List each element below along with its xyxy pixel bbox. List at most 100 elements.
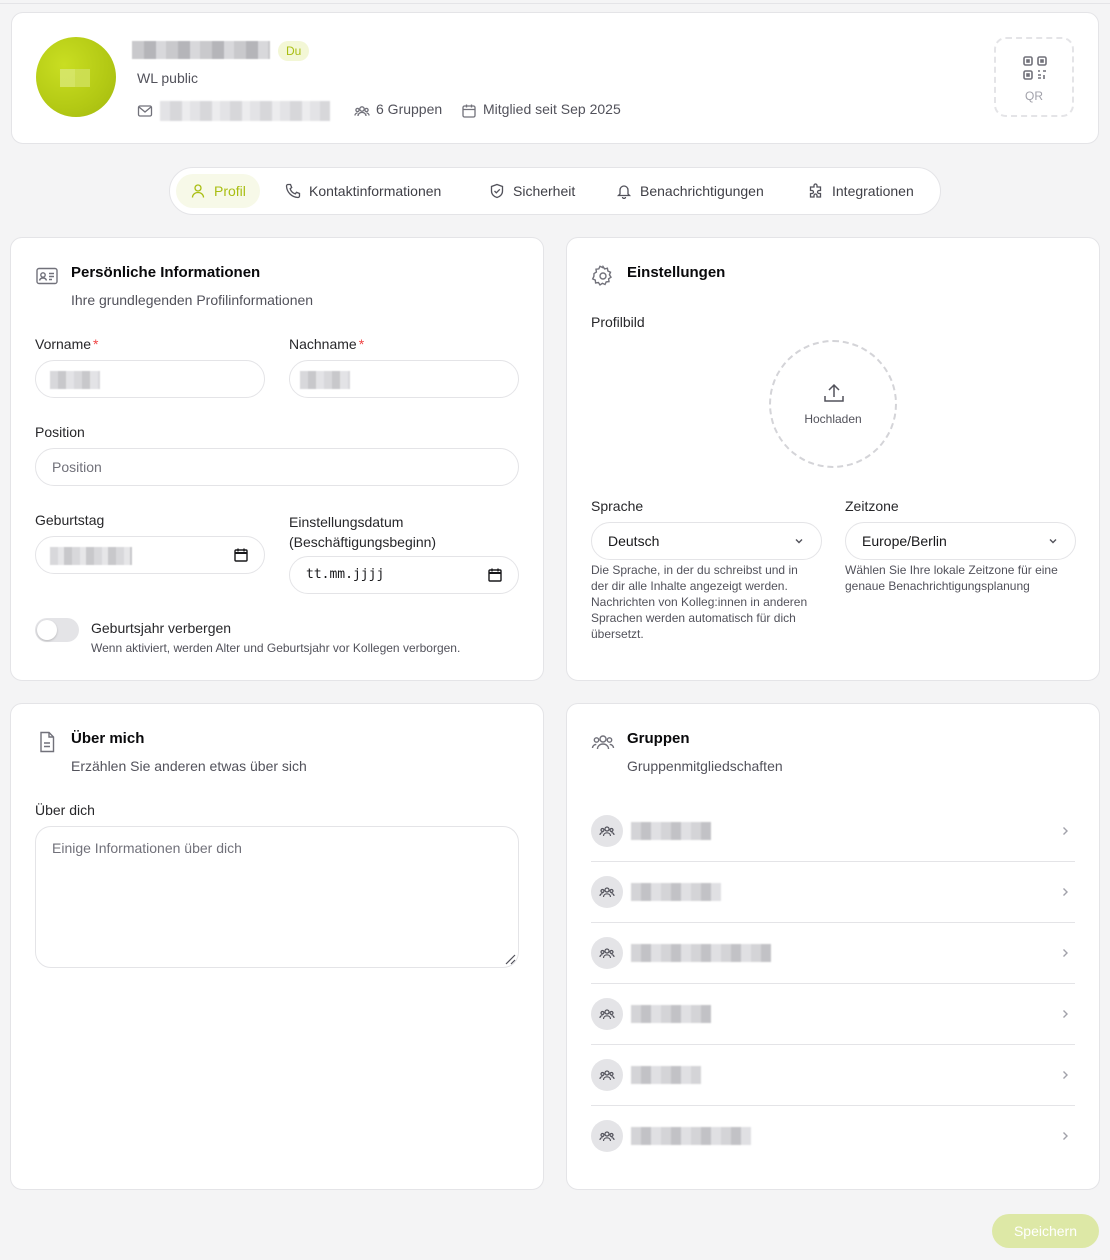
groups-list [567,801,1101,1171]
chevron-right-icon [1063,1132,1068,1140]
organization-name: WL public [137,70,198,86]
settings-card: Einstellungen Profilbild Hochladen Sprac… [566,237,1100,681]
language-select[interactable]: Deutsch [591,522,822,560]
chevron-down-icon [1049,539,1057,544]
users-icon [591,735,615,750]
upload-label: Hochladen [804,412,862,426]
group-name-redacted [631,944,771,962]
card-title: Einstellungen [627,264,726,281]
users-icon [599,948,615,959]
tab-label: Profil [214,183,246,199]
upload-icon [824,383,844,402]
document-icon [40,731,55,753]
about-textarea[interactable]: Einige Informationen über dich [35,826,519,968]
hide-birth-year-toggle[interactable] [35,618,79,642]
calendar-icon[interactable] [488,568,502,582]
profile-tabs: Profil Kontaktinformationen Sicherheit B… [169,167,941,215]
last-name-label: Nachname * [289,336,365,352]
position-field[interactable]: Position [35,448,519,486]
profile-header-card: Du WL public 6 Gruppen Mitglied seit Sep… [11,12,1099,144]
user-name-redacted [132,41,270,59]
group-row[interactable] [591,862,1075,923]
group-row[interactable] [591,801,1075,862]
group-avatar [591,998,623,1030]
resize-handle-icon[interactable] [502,951,516,965]
card-subtitle: Gruppenmitgliedschaften [627,758,783,774]
birthday-redacted [50,547,132,565]
group-avatar [591,1120,623,1152]
card-title: Über mich [71,730,145,747]
card-title: Persönliche Informationen [71,264,261,281]
group-name-redacted [631,883,721,901]
group-avatar [591,815,623,847]
first-name-label: Vorname * [35,336,99,352]
group-row[interactable] [591,923,1075,984]
chevron-right-icon [1063,1071,1068,1079]
tab-sicherheit[interactable]: Sicherheit [475,174,589,208]
tab-integrationen[interactable]: Integrationen [794,174,928,208]
bell-icon [616,185,632,199]
group-name-redacted [631,1005,711,1023]
mail-icon [137,105,153,117]
users-icon [354,106,370,117]
about-placeholder: Einige Informationen über dich [52,840,242,856]
calendar-icon[interactable] [234,548,248,562]
hide-birth-year-help: Wenn aktiviert, werden Alter und Geburts… [91,641,461,655]
tab-kontaktinformationen[interactable]: Kontaktinformationen [271,174,455,208]
upload-avatar-button[interactable]: Hochladen [769,340,897,468]
users-icon [599,1070,615,1081]
group-avatar [591,1059,623,1091]
you-badge: Du [278,41,310,61]
chevron-right-icon [1063,888,1068,896]
tab-benachrichtigungen[interactable]: Benachrichtigungen [602,174,778,208]
users-icon [599,1131,615,1142]
group-avatar [591,876,623,908]
timezone-help: Wählen Sie Ihre lokale Zeitzone für eine… [845,563,1058,593]
chevron-down-icon [795,539,803,544]
card-title: Gruppen [627,730,690,747]
timezone-value: Europe/Berlin [862,533,947,549]
phone-icon [285,183,301,199]
hire-date-placeholder: tt.mm.jjjj [306,567,385,582]
group-row[interactable] [591,1106,1075,1167]
qr-label: QR [1025,89,1043,103]
users-icon [599,1009,615,1020]
avatar[interactable] [36,37,116,117]
personal-info-card: Persönliche Informationen Ihre grundlege… [10,237,544,681]
top-divider [0,3,1110,4]
group-name-redacted [631,1066,701,1084]
about-card: Über mich Erzählen Sie anderen etwas übe… [10,703,544,1190]
id-card-icon [36,267,58,285]
about-field-label: Über dich [35,802,95,818]
position-placeholder: Position [52,459,102,475]
last-name-redacted [300,371,350,389]
users-icon [599,887,615,898]
puzzle-icon [809,183,822,198]
language-help: Die Sprache, in der du schreibst und in d… [591,563,808,641]
hire-date-field[interactable]: tt.mm.jjjj [289,556,519,594]
tab-label: Sicherheit [513,183,576,199]
member-since: Mitglied seit Sep 2025 [483,101,621,117]
chevron-right-icon [1063,949,1068,957]
users-icon [599,826,615,837]
timezone-select[interactable]: Europe/Berlin [845,522,1076,560]
group-row[interactable] [591,984,1075,1045]
last-name-field[interactable] [289,360,519,398]
group-row[interactable] [591,1045,1075,1106]
birthday-field[interactable] [35,536,265,574]
timezone-label: Zeitzone [845,498,899,514]
tab-label: Kontaktinformationen [309,183,442,199]
avatar-initials-redacted [60,69,90,87]
first-name-field[interactable] [35,360,265,398]
groups-card: Gruppen Gruppenmitgliedschaften [566,703,1100,1190]
gear-icon [591,265,612,286]
group-avatar [591,937,623,969]
hide-birth-year-label: Geburtsjahr verbergen [91,620,232,636]
qr-code-button[interactable]: QR [994,37,1074,117]
shield-icon [490,183,504,199]
tab-label: Integrationen [832,183,914,199]
save-button[interactable]: Speichern [992,1214,1099,1248]
qr-code-icon [1023,56,1047,80]
tab-profil[interactable]: Profil [176,174,260,208]
groups-count: 6 Gruppen [376,101,443,117]
